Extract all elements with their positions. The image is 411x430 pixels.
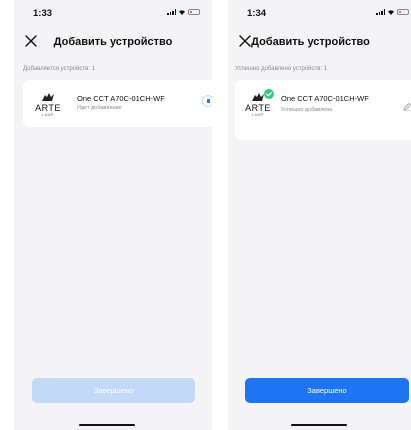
- device-status: Успешно добавлено: [281, 107, 333, 113]
- device-card[interactable]: ARTE LAMP One CCT A70C-01CH-WF Идет доба…: [23, 80, 212, 127]
- battery-icon: [188, 9, 200, 15]
- signal-icon: [376, 9, 385, 15]
- device-name: One CCT A70C-01CH-WF: [77, 94, 165, 103]
- status-bar: 1:33: [14, 0, 212, 22]
- phone-screen-added: 1:34 Добавить устройство Успешно добавле…: [228, 0, 411, 430]
- page-title: Добавить устройство: [251, 36, 370, 48]
- edit-icon[interactable]: [402, 99, 411, 111]
- status-time: 1:34: [247, 8, 267, 19]
- wifi-icon: [387, 9, 395, 15]
- done-button[interactable]: Завершено: [245, 378, 409, 403]
- success-check-icon: [264, 89, 274, 99]
- done-button[interactable]: Завершено: [32, 378, 195, 403]
- status-bar: 1:34: [228, 0, 411, 22]
- logo-sub: LAMP: [42, 113, 54, 117]
- loading-icon: [202, 95, 212, 107]
- device-card[interactable]: ARTE LAMP One CCT A70C-01CH-WF Успешно д…: [235, 80, 411, 140]
- section-label: Добавляется устройств: 1: [23, 66, 95, 72]
- logo-word: ARTE: [245, 103, 271, 113]
- logo-sub: LAMP: [252, 113, 264, 117]
- section-label: Успешно добавлено устройств: 1: [235, 66, 328, 72]
- home-indicator: [79, 424, 135, 426]
- app-header: Добавить устройство: [14, 32, 212, 52]
- page-title: Добавить устройство: [53, 36, 173, 48]
- home-indicator: [291, 424, 347, 426]
- status-icons: [167, 9, 200, 15]
- logo-word: ARTE: [35, 103, 61, 113]
- status-icons: [376, 9, 409, 15]
- battery-icon: [397, 9, 409, 15]
- phone-screen-adding: 1:33 Добавить устройство Добавляется уст…: [14, 0, 212, 430]
- device-status: Идет добавление: [77, 105, 122, 111]
- status-time: 1:33: [33, 8, 53, 19]
- app-header: Добавить устройство: [228, 32, 411, 52]
- arte-lamp-logo: ARTE LAMP: [33, 92, 63, 118]
- wifi-icon: [178, 9, 186, 15]
- signal-icon: [167, 9, 176, 15]
- device-name: One CCT A70C-01CH-WF: [281, 94, 369, 103]
